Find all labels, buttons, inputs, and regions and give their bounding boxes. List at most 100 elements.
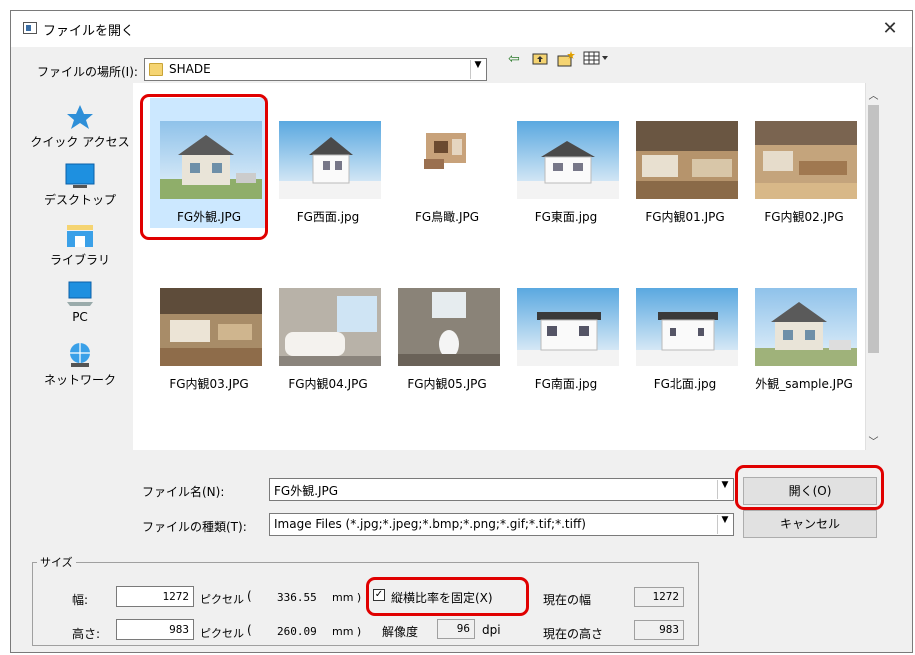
title-bar: ファイルを開く ✕ [11, 11, 912, 47]
cancel-button[interactable]: キャンセル [743, 510, 877, 538]
scroll-down-icon[interactable]: ﹀ [866, 433, 881, 448]
thumbnail [636, 121, 738, 199]
file-tile[interactable]: FG内観02.JPG [745, 98, 863, 228]
place-library[interactable]: ライブラリ [20, 223, 140, 268]
thumbnail [755, 288, 857, 366]
aspect-lock-highlight [366, 577, 529, 616]
file-name: FG内観05.JPG [407, 377, 487, 391]
thumbnail [160, 288, 262, 366]
scrollbar-thumb[interactable] [868, 105, 879, 353]
back-icon[interactable]: ⇦ [508, 51, 520, 67]
filetype-value: Image Files (*.jpg;*.jpeg;*.bmp;*.png;*.… [274, 517, 586, 531]
file-name: FG内観04.JPG [288, 377, 368, 391]
thumbnail [279, 121, 381, 199]
chevron-down-icon[interactable]: ▼ [717, 515, 732, 534]
filename-input[interactable]: FG外観.JPG ▼ [269, 478, 734, 501]
scroll-up-icon[interactable]: ︿ [866, 87, 881, 102]
file-name: FG鳥瞰.JPG [414, 210, 480, 224]
dpi-unit: dpi [482, 623, 501, 637]
file-name: FG南面.jpg [534, 377, 598, 391]
file-tile[interactable]: FG内観04.JPG [269, 265, 387, 395]
current-height-label: 現在の高さ [543, 627, 604, 641]
file-name: FG東面.jpg [534, 210, 598, 224]
file-name: FG西面.jpg [296, 210, 360, 224]
place-desktop[interactable]: デスクトップ [20, 163, 140, 208]
folder-icon [149, 63, 163, 76]
file-name: FG北面.jpg [653, 377, 717, 391]
place-pc[interactable]: PC [20, 280, 140, 324]
file-tile[interactable]: FG鳥瞰.JPG [388, 98, 506, 228]
filename-value: FG外観.JPG [274, 484, 339, 498]
place-network[interactable]: ネットワーク [20, 341, 140, 388]
height-label: 高さ: [72, 627, 101, 641]
thumbnail [755, 121, 857, 199]
close-button[interactable]: ✕ [878, 17, 902, 41]
file-tile[interactable]: FG東面.jpg [507, 98, 625, 228]
file-name: FG内観03.JPG [169, 377, 249, 391]
width-open-paren: ( [247, 589, 252, 603]
width-label: 幅: [72, 593, 89, 607]
file-tile[interactable]: FG南面.jpg [507, 265, 625, 395]
pc-icon [65, 280, 95, 308]
window-icon [23, 22, 37, 34]
place-label: PC [72, 310, 88, 324]
desktop-icon [65, 163, 95, 189]
window-title: ファイルを開く [43, 24, 135, 39]
chevron-down-icon[interactable]: ▼ [717, 480, 732, 499]
height-open-paren: ( [247, 623, 252, 637]
up-folder-svg [532, 53, 548, 65]
file-tile[interactable]: FG西面.jpg [269, 98, 387, 228]
current-width-label: 現在の幅 [543, 593, 592, 607]
view-menu-icon[interactable] [583, 51, 609, 69]
view-menu-svg [583, 51, 608, 65]
file-list-scrollbar[interactable]: ︿ ﹀ [865, 83, 881, 450]
height-pixel-unit: ピクセル [200, 627, 244, 640]
new-folder-icon[interactable] [557, 51, 575, 71]
filetype-label: ファイルの種類(T): [142, 520, 247, 534]
thumbnail [517, 121, 619, 199]
file-name: 外観_sample.JPG [755, 377, 853, 391]
star-icon [65, 103, 95, 131]
library-icon [65, 223, 95, 249]
up-folder-icon[interactable] [532, 51, 548, 69]
file-name: FG内観02.JPG [764, 210, 844, 224]
file-tile[interactable]: FG内観01.JPG [626, 98, 744, 228]
current-width-value: 1272 [634, 587, 684, 607]
filetype-combo[interactable]: Image Files (*.jpg;*.jpeg;*.bmp;*.png;*.… [269, 513, 734, 536]
resolution-label: 解像度 [382, 625, 419, 639]
file-tile[interactable]: 外観_sample.JPG [745, 265, 863, 395]
height-mm-value: 260.09 [277, 625, 317, 638]
file-tile[interactable]: FG内観05.JPG [388, 265, 506, 395]
place-quick-access[interactable]: クイック アクセス [20, 103, 140, 150]
file-name: FG内観01.JPG [645, 210, 725, 224]
place-label: ネットワーク [43, 373, 116, 387]
chevron-down-icon[interactable]: ▼ [470, 60, 485, 79]
resolution-value: 96 [437, 619, 475, 639]
thumbnail [636, 288, 738, 366]
selected-file-highlight [140, 94, 268, 240]
height-mm-unit: mm ) [332, 625, 362, 638]
height-px-input[interactable]: 983 [116, 619, 194, 640]
width-mm-unit: mm ) [332, 591, 362, 604]
size-group-title: サイズ [37, 554, 76, 570]
current-height-value: 983 [634, 620, 684, 640]
place-label: デスクトップ [43, 193, 116, 207]
file-tile[interactable]: FG北面.jpg [626, 265, 744, 395]
width-px-input[interactable]: 1272 [116, 586, 194, 607]
width-pixel-unit: ピクセル [200, 593, 244, 606]
new-folder-svg [557, 51, 575, 67]
thumbnail [398, 121, 500, 199]
thumbnail [517, 288, 619, 366]
network-icon [65, 341, 95, 369]
place-label: クイック アクセス [30, 135, 130, 149]
width-mm-value: 336.55 [277, 591, 317, 604]
filename-label: ファイル名(N): [142, 485, 225, 499]
location-value: SHADE [169, 62, 211, 76]
file-tile[interactable]: FG内観03.JPG [150, 265, 268, 395]
open-button-highlight [735, 465, 884, 510]
place-label: ライブラリ [49, 253, 110, 267]
location-combo[interactable]: SHADE ▼ [144, 58, 487, 81]
thumbnail [398, 288, 500, 366]
thumbnail [279, 288, 381, 366]
location-label: ファイルの場所(I): [37, 65, 138, 79]
